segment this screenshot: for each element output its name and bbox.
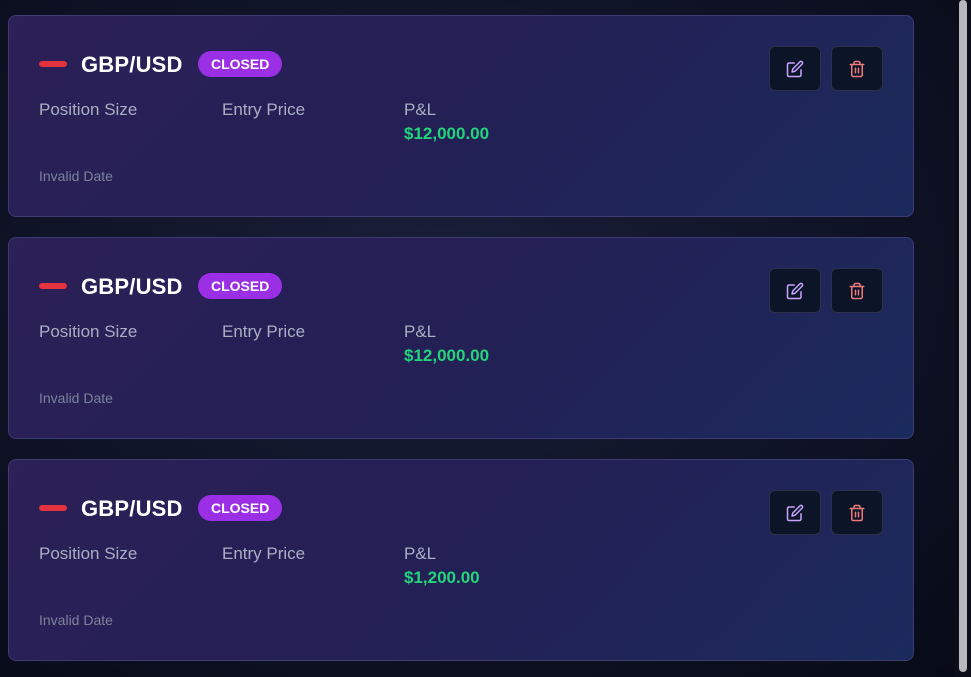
pl-label: P&L xyxy=(404,100,437,119)
entry-price-label: Entry Price xyxy=(222,544,306,563)
minus-icon xyxy=(39,61,67,67)
pl-value: $12,000.00 xyxy=(404,346,490,365)
entry-price-label: Entry Price xyxy=(222,100,306,119)
trade-pair: GBP/USD xyxy=(81,274,183,299)
edit-icon xyxy=(786,282,804,299)
delete-button[interactable] xyxy=(831,46,883,91)
trade-date: Invalid Date xyxy=(39,168,113,184)
trade-pair: GBP/USD xyxy=(81,52,183,77)
trade-list: GBP/USD CLOSED Position Size Entry Price… xyxy=(8,15,914,677)
scrollbar[interactable] xyxy=(955,0,971,677)
pl-value: $1,200.00 xyxy=(404,568,480,587)
trade-card: GBP/USD CLOSED Position Size Entry Price… xyxy=(8,237,914,439)
pl-label: P&L xyxy=(404,544,437,563)
edit-icon xyxy=(786,504,804,521)
trade-date: Invalid Date xyxy=(39,390,113,406)
trade-card: GBP/USD CLOSED Position Size Entry Price… xyxy=(8,15,914,217)
position-size-label: Position Size xyxy=(39,544,138,563)
status-badge: CLOSED xyxy=(198,51,283,77)
edit-button[interactable] xyxy=(769,490,821,535)
position-size-label: Position Size xyxy=(39,322,138,341)
delete-button[interactable] xyxy=(831,490,883,535)
trade-pair: GBP/USD xyxy=(81,496,183,521)
scrollbar-thumb[interactable] xyxy=(959,0,967,672)
edit-icon xyxy=(786,60,804,77)
minus-icon xyxy=(39,283,67,289)
trash-icon xyxy=(849,504,865,521)
delete-button[interactable] xyxy=(831,268,883,313)
status-badge: CLOSED xyxy=(198,495,283,521)
pl-label: P&L xyxy=(404,322,437,341)
position-size-label: Position Size xyxy=(39,100,138,119)
status-badge: CLOSED xyxy=(198,273,283,299)
edit-button[interactable] xyxy=(769,268,821,313)
pl-value: $12,000.00 xyxy=(404,124,490,143)
entry-price-label: Entry Price xyxy=(222,322,306,341)
trade-card: GBP/USD CLOSED Position Size Entry Price… xyxy=(8,459,914,661)
trash-icon xyxy=(849,60,865,77)
edit-button[interactable] xyxy=(769,46,821,91)
trash-icon xyxy=(849,282,865,299)
trade-date: Invalid Date xyxy=(39,612,113,628)
minus-icon xyxy=(39,505,67,511)
